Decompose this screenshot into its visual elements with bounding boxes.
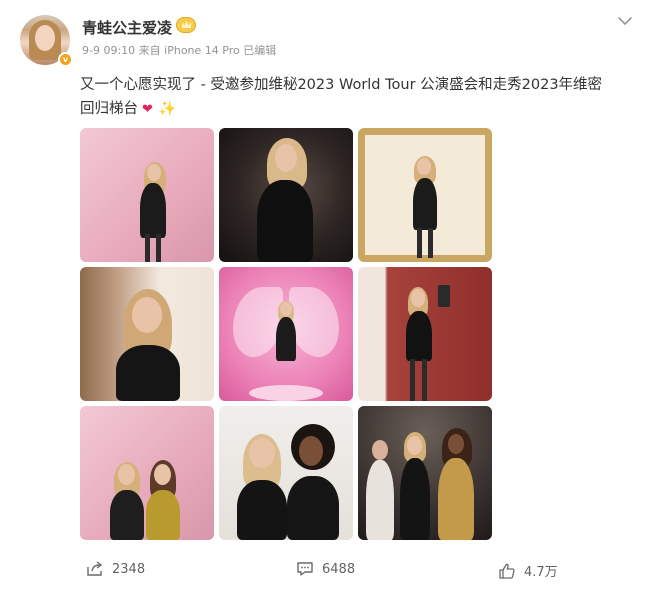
like-count: 4.7万	[524, 565, 558, 580]
sparkles-emoji-icon: ✨	[158, 101, 177, 117]
photo-9[interactable]	[358, 406, 492, 540]
share-count: 2348	[112, 561, 146, 577]
post-text-line-2-text: 回归梯台	[80, 101, 138, 117]
photo-5[interactable]	[219, 267, 353, 401]
author-name[interactable]: 青蛙公主爱凌	[82, 17, 172, 38]
photo-1[interactable]	[80, 128, 214, 262]
post-meta: 9-9 09:10 来自 iPhone 14 Pro 已编辑	[82, 44, 277, 57]
crown-badge-icon[interactable]	[176, 17, 196, 33]
avatar-face	[35, 25, 55, 51]
comment-button[interactable]: 6488	[296, 561, 355, 577]
photo-4[interactable]	[80, 267, 214, 401]
action-bar: 2348 6488 4.7万	[0, 561, 650, 583]
post-text: 又一个心愿实现了 - 受邀参加维秘2023 World Tour 公演盛会和走秀…	[80, 73, 625, 122]
share-icon	[86, 561, 104, 577]
chevron-down-icon[interactable]	[614, 12, 636, 30]
like-icon	[498, 563, 516, 579]
post-text-line-1: 又一个心愿实现了 - 受邀参加维秘2023 World Tour 公演盛会和走秀…	[80, 77, 603, 93]
photo-6[interactable]	[358, 267, 492, 401]
photo-3[interactable]	[358, 128, 492, 262]
photo-2[interactable]	[219, 128, 353, 262]
photo-8[interactable]	[219, 406, 353, 540]
comment-icon	[296, 561, 314, 577]
share-button[interactable]: 2348	[86, 561, 145, 577]
verified-icon: v	[58, 52, 73, 67]
photo-grid	[80, 128, 492, 540]
comment-count: 6488	[322, 561, 356, 577]
post-text-line-2: 回归梯台 ❤ ✨	[80, 97, 625, 122]
weibo-post: v 青蛙公主爱凌 9-9 09:10 来自 iPhone 14 Pro 已编辑 …	[0, 0, 650, 590]
heart-emoji-icon: ❤	[142, 102, 153, 117]
photo-7[interactable]	[80, 406, 214, 540]
like-button[interactable]: 4.7万	[498, 561, 558, 580]
